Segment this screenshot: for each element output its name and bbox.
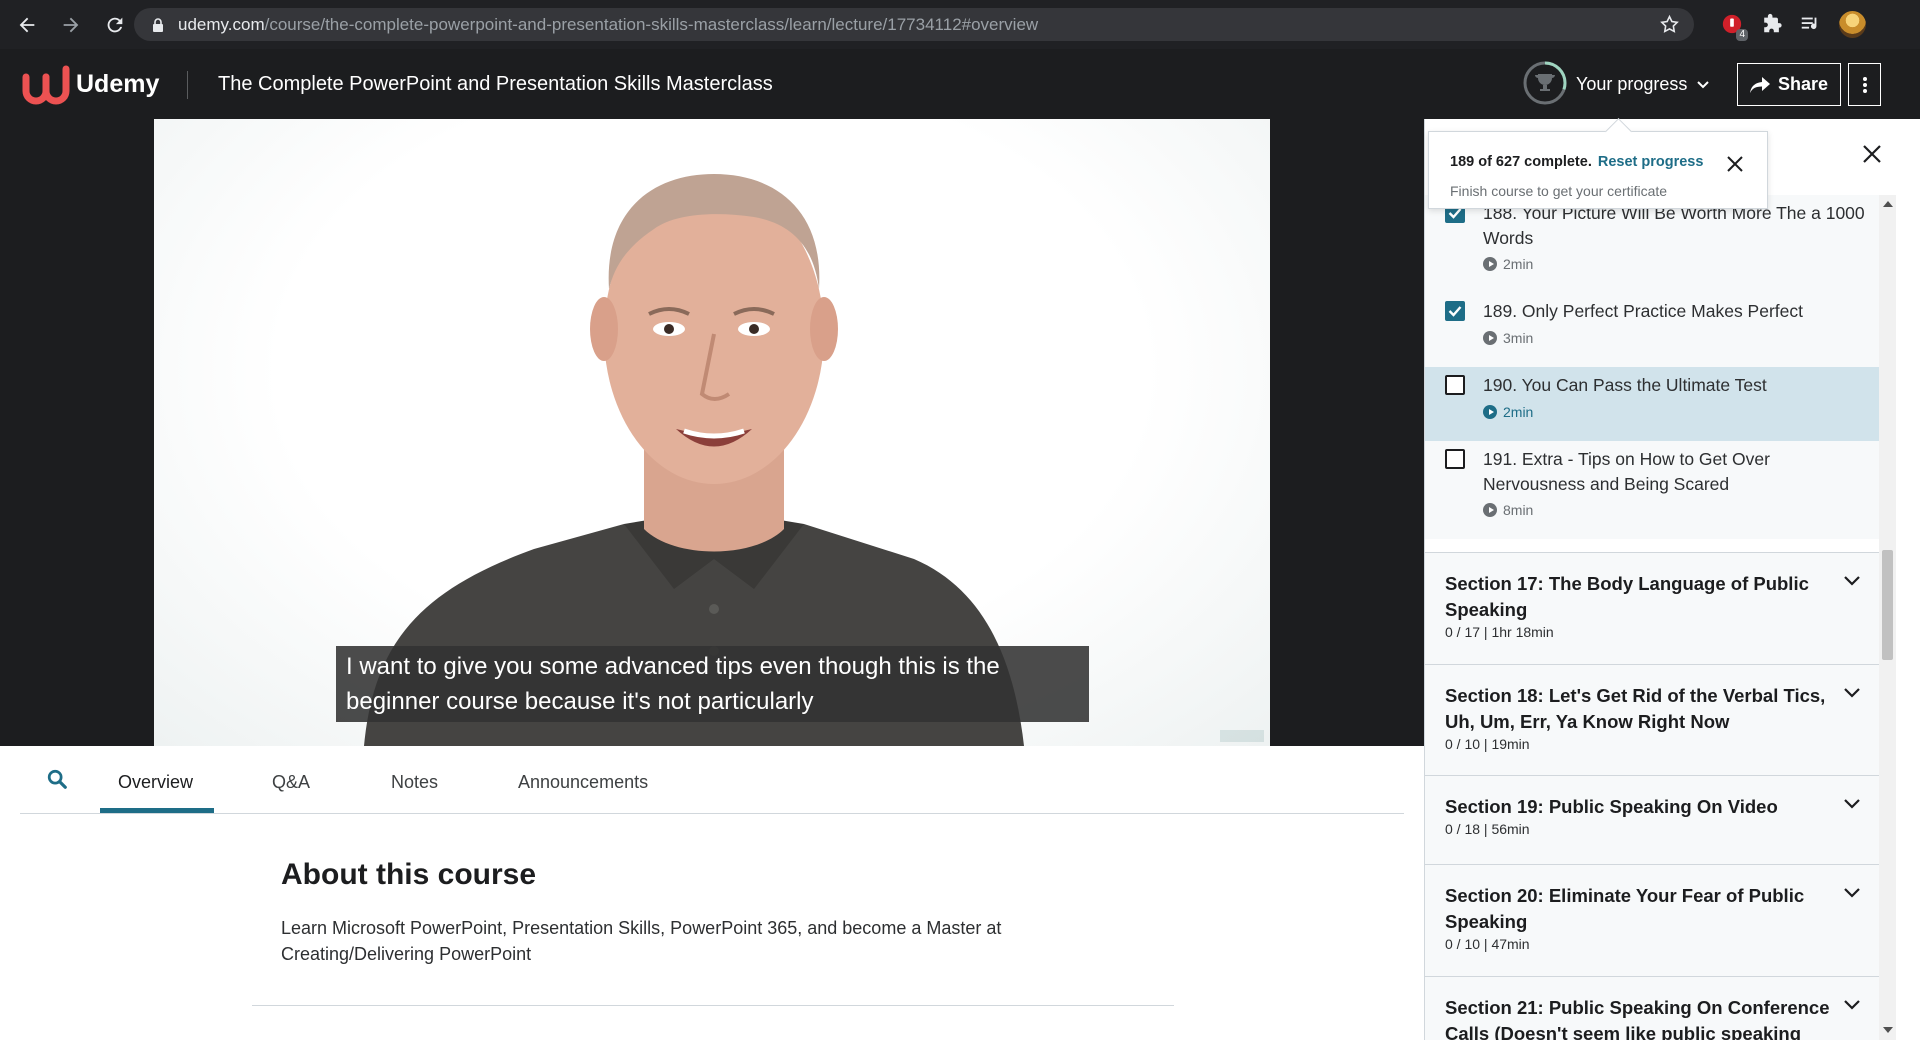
- sidebar-scrollbar[interactable]: [1879, 195, 1896, 1040]
- lecture-duration: 2min: [1503, 404, 1534, 420]
- scrollbar-thumb[interactable]: [1882, 550, 1893, 660]
- trophy-progress-icon[interactable]: [1522, 60, 1568, 106]
- play-circle-icon: [1483, 257, 1497, 271]
- url-text: udemy.com/course/the-complete-powerpoint…: [178, 14, 1039, 34]
- section-meta: 0 / 17 | 1hr 18min: [1445, 624, 1554, 640]
- section-meta: 0 / 10 | 19min: [1445, 736, 1530, 752]
- progress-popover: 189 of 627 complete. Reset progress Finis…: [1428, 131, 1768, 209]
- tab-overview[interactable]: Overview: [118, 772, 193, 793]
- about-description: Learn Microsoft PowerPoint, Presentation…: [281, 918, 1002, 964]
- lecture-checkbox[interactable]: [1445, 449, 1465, 469]
- active-tab-indicator: [100, 808, 214, 813]
- reload-icon[interactable]: [102, 12, 128, 38]
- certificate-hint: Finish course to get your certificate: [1450, 183, 1668, 199]
- lecture-item[interactable]: 190. You Can Pass the Ultimate Test 2min: [1425, 367, 1879, 441]
- close-sidebar-icon[interactable]: [1861, 143, 1883, 165]
- address-bar[interactable]: udemy.com/course/the-complete-powerpoint…: [134, 8, 1694, 41]
- play-circle-icon: [1483, 405, 1497, 419]
- adblock-extension-icon[interactable]: 4: [1720, 12, 1748, 41]
- content-divider: [252, 1005, 1174, 1006]
- course-title[interactable]: The Complete PowerPoint and Presentation…: [218, 73, 773, 96]
- header-divider: [187, 71, 188, 99]
- progress-label-text: Your progress: [1576, 74, 1688, 94]
- about-heading: About this course: [281, 858, 537, 891]
- tab-notes[interactable]: Notes: [391, 772, 438, 793]
- forward-icon[interactable]: [58, 12, 84, 38]
- chevron-down-icon: [1697, 80, 1710, 88]
- progress-status: 189 of 627 complete. Reset progress: [1450, 154, 1703, 170]
- lecture-duration: 3min: [1503, 330, 1534, 346]
- back-icon[interactable]: [14, 12, 40, 38]
- profile-avatar[interactable]: [1839, 11, 1866, 38]
- lecture-meta: 3min: [1483, 330, 1533, 346]
- lecture-item[interactable]: 191. Extra - Tips on How to Get Over Ner…: [1425, 441, 1879, 539]
- chevron-down-icon[interactable]: [1843, 575, 1861, 587]
- play-circle-icon: [1483, 503, 1497, 517]
- bookmark-star-icon[interactable]: [1659, 14, 1680, 35]
- share-arrow-icon: [1749, 76, 1770, 93]
- about-section: About this course Learn Microsoft PowerP…: [281, 858, 1001, 964]
- lecture-duration: 2min: [1503, 256, 1534, 272]
- reset-progress-link[interactable]: Reset progress: [1598, 154, 1704, 170]
- course-tabs: Overview Q&A Notes Announcements: [20, 746, 1404, 814]
- reading-list-icon[interactable]: [1798, 12, 1822, 36]
- tab-announcements[interactable]: Announcements: [518, 772, 648, 793]
- caption-line-1: I want to give you some advanced tips ev…: [346, 653, 1000, 680]
- section-title: Section 17: The Body Language of Public …: [1445, 573, 1809, 620]
- checkmark-icon: [1448, 306, 1462, 317]
- section-title: Section 21: Public Speaking On Conferenc…: [1445, 997, 1830, 1040]
- search-icon[interactable]: [46, 768, 68, 790]
- logo-text: Udemy: [76, 69, 160, 98]
- lecture-title: 190. You Can Pass the Ultimate Test: [1483, 375, 1767, 395]
- chevron-down-icon[interactable]: [1843, 887, 1861, 899]
- section-item[interactable]: Section 19: Public Speaking On Video 0 / …: [1425, 775, 1879, 864]
- lock-icon: [153, 17, 163, 32]
- tab-qa[interactable]: Q&A: [272, 772, 310, 793]
- udemy-logo-icon: [22, 65, 70, 105]
- your-progress-dropdown[interactable]: Your progress: [1576, 74, 1710, 95]
- lecture-item[interactable]: 188. Your Picture Will Be Worth More The…: [1425, 195, 1879, 293]
- section-item[interactable]: Section 20: Eliminate Your Fear of Publi…: [1425, 864, 1879, 976]
- progress-status-text: 189 of 627 complete.: [1450, 154, 1592, 170]
- more-options-button[interactable]: [1848, 63, 1881, 106]
- scroll-up-arrow-icon[interactable]: [1883, 201, 1893, 207]
- section-meta: 0 / 18 | 56min: [1445, 821, 1530, 837]
- lecture-duration: 8min: [1503, 502, 1534, 518]
- lecture-title: 191. Extra - Tips on How to Get Over Ner…: [1483, 449, 1770, 494]
- section-title: Section 18: Let's Get Rid of the Verbal …: [1445, 685, 1826, 732]
- lecture-checkbox[interactable]: [1445, 375, 1465, 395]
- udemy-logo[interactable]: Udemy: [20, 63, 159, 105]
- chevron-down-icon[interactable]: [1843, 798, 1861, 810]
- lecture-meta: 2min: [1483, 256, 1533, 272]
- play-circle-icon: [1483, 331, 1497, 345]
- section-meta: 0 / 10 | 47min: [1445, 936, 1530, 952]
- section-item[interactable]: Section 17: The Body Language of Public …: [1425, 552, 1879, 664]
- scroll-down-arrow-icon[interactable]: [1883, 1027, 1893, 1033]
- chevron-down-icon[interactable]: [1843, 999, 1861, 1011]
- chevron-down-icon[interactable]: [1843, 687, 1861, 699]
- section-item[interactable]: Section 18: Let's Get Rid of the Verbal …: [1425, 664, 1879, 775]
- extensions-puzzle-icon[interactable]: [1760, 12, 1784, 36]
- lecture-title: 189. Only Perfect Practice Makes Perfect: [1483, 301, 1803, 321]
- browser-toolbar: udemy.com/course/the-complete-powerpoint…: [0, 0, 1920, 49]
- course-header: Udemy The Complete PowerPoint and Presen…: [0, 49, 1920, 119]
- video-caption: I want to give you some advanced tips ev…: [336, 646, 1089, 722]
- section-title: Section 20: Eliminate Your Fear of Publi…: [1445, 885, 1805, 932]
- lecture-item[interactable]: 189. Only Perfect Practice Makes Perfect…: [1425, 293, 1879, 367]
- close-popover-icon[interactable]: [1726, 155, 1744, 173]
- share-label: Share: [1777, 74, 1829, 94]
- caption-line-2: beginner course because it's not particu…: [346, 688, 814, 715]
- extension-badge: 4: [1736, 29, 1748, 41]
- lecture-checkbox[interactable]: [1445, 301, 1465, 321]
- kebab-menu-icon: [1862, 76, 1867, 93]
- video-player[interactable]: I want to give you some advanced tips ev…: [0, 119, 1424, 746]
- course-content-sidebar: 188. Your Picture Will Be Worth More The…: [1424, 119, 1920, 1040]
- share-button[interactable]: Share: [1737, 63, 1841, 106]
- section-item[interactable]: Section 21: Public Speaking On Conferenc…: [1425, 976, 1879, 1040]
- udemy-watermark: [1220, 730, 1264, 742]
- lecture-meta: 2min: [1483, 404, 1533, 420]
- lecture-meta: 8min: [1483, 502, 1533, 518]
- section-title: Section 19: Public Speaking On Video: [1445, 796, 1778, 817]
